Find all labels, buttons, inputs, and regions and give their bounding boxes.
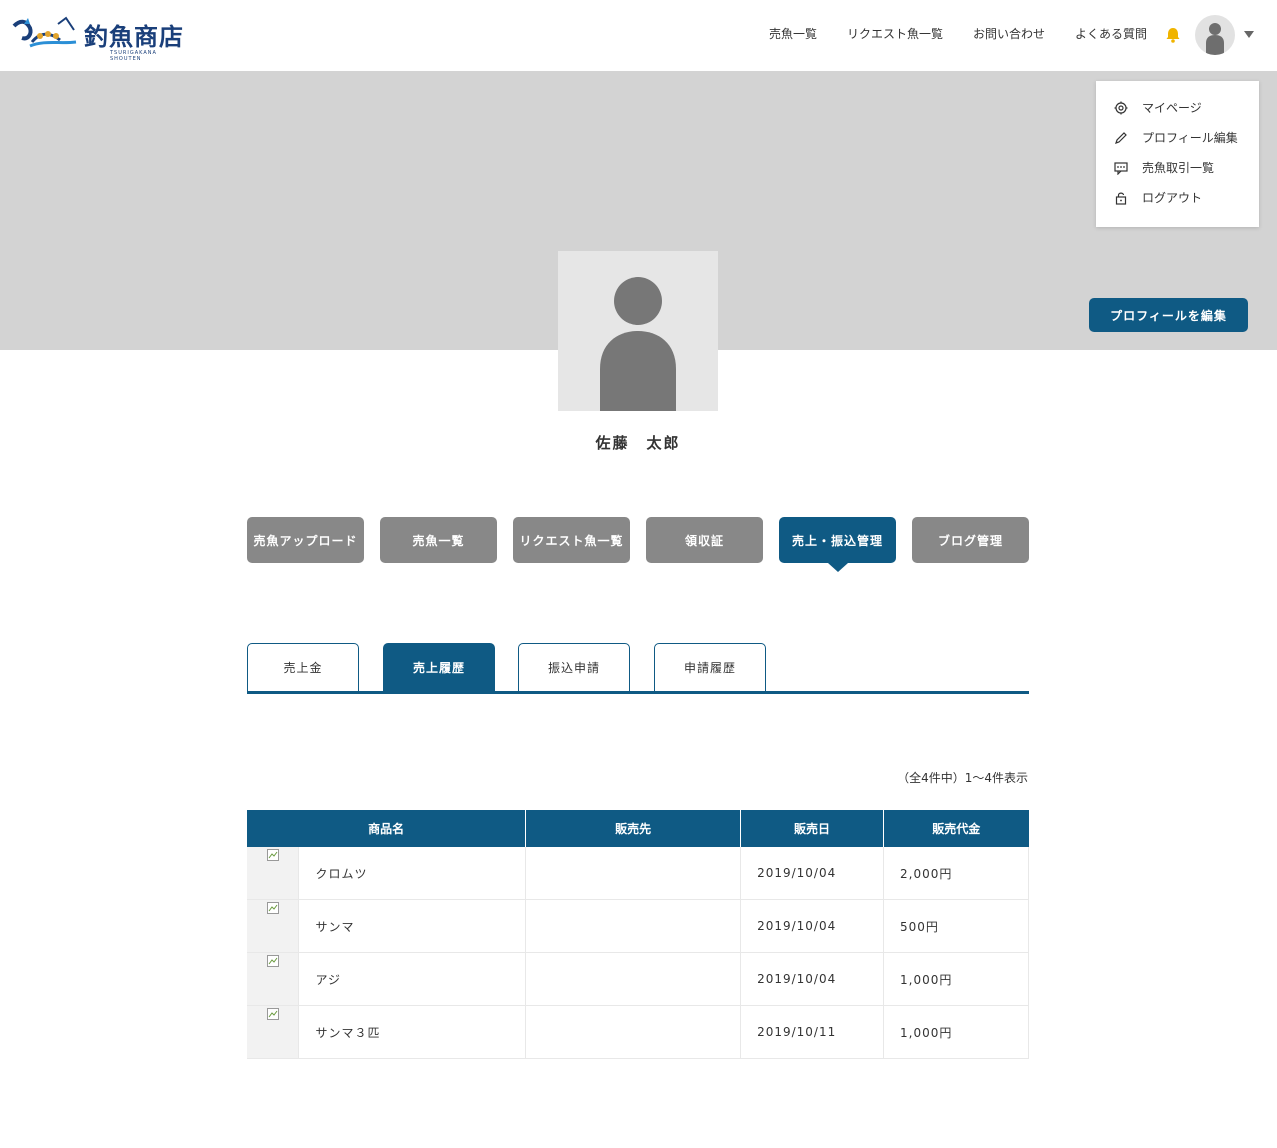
cell-product-name: サンマ (298, 899, 527, 953)
logo-text: 釣魚商店 (84, 22, 184, 51)
cell-buyer (525, 1005, 742, 1059)
nav-contact[interactable]: お問い合わせ (973, 25, 1045, 42)
menu-item-label: 売魚取引一覧 (1142, 161, 1215, 175)
product-thumbnail (247, 952, 300, 1006)
cell-sale-date: 2019/10/11 (740, 1005, 885, 1059)
cell-sale-price: 1,000円 (883, 1005, 1029, 1059)
header-sale-date: 販売日 (740, 810, 885, 847)
subtab-sales-balance[interactable]: 売上金 (247, 643, 359, 692)
caret-down-icon[interactable] (1243, 30, 1255, 40)
table-header-row: 商品名 販売先 販売日 販売代金 (247, 810, 1029, 847)
main-tabs: 売魚アップロード 売魚一覧 リクエスト魚一覧 領収証 売上・振込管理 ブログ管理 (247, 517, 1030, 572)
cell-buyer (525, 899, 742, 953)
menu-item-logout[interactable]: ログアウト (1114, 189, 1202, 206)
logo-subtitle: TSURIGAKANA SHOUTEN (110, 50, 157, 62)
menu-item-mypage[interactable]: マイページ (1114, 99, 1202, 116)
chat-icon (1114, 161, 1128, 175)
subtab-underline (247, 691, 1029, 694)
user-avatar-icon (600, 277, 676, 411)
cell-sale-price: 2,000円 (883, 847, 1029, 900)
cell-sale-price: 500円 (883, 899, 1029, 953)
nav-faq[interactable]: よくある質問 (1075, 25, 1147, 42)
tab-receipt[interactable]: 領収証 (646, 517, 763, 563)
subtab-request-history[interactable]: 申請履歴 (654, 643, 766, 692)
cell-sale-price: 1,000円 (883, 952, 1029, 1006)
broken-image-icon (267, 849, 279, 861)
broken-image-icon (267, 902, 279, 914)
broken-image-icon (267, 955, 279, 967)
cell-product-name: アジ (298, 952, 527, 1006)
gear-icon (1114, 101, 1128, 114)
user-avatar-icon[interactable] (1195, 15, 1235, 55)
edit-profile-button[interactable]: プロフィールを編集 (1089, 298, 1248, 332)
main-nav: 売魚一覧 リクエスト魚一覧 お問い合わせ よくある質問 (769, 25, 1147, 42)
site-logo[interactable]: 釣魚商店 TSURIGAKANA SHOUTEN (10, 12, 184, 62)
cell-buyer (525, 847, 742, 900)
menu-item-transactions[interactable]: 売魚取引一覧 (1114, 159, 1214, 176)
header-sale-price: 販売代金 (883, 810, 1029, 847)
sales-history-table: 商品名 販売先 販売日 販売代金 クロムツ 2019/10/04 2,000円 (247, 810, 1029, 1059)
cell-sale-date: 2019/10/04 (740, 952, 885, 1006)
cell-product-name: サンマ３匹 (298, 1005, 527, 1059)
user-dropdown-menu: マイページ プロフィール編集 売魚取引一覧 ログアウト (1096, 81, 1259, 227)
table-row[interactable]: サンマ 2019/10/04 500円 (247, 899, 1029, 953)
header-product-name: 商品名 (247, 810, 527, 847)
nav-sell-fish-list[interactable]: 売魚一覧 (769, 25, 817, 42)
logo-wave-icon (12, 16, 77, 48)
result-count: （全4件中）1〜4件表示 (897, 771, 1028, 785)
menu-item-label: プロフィール編集 (1142, 131, 1238, 145)
bell-icon[interactable] (1164, 26, 1182, 44)
tab-sell-fish-list[interactable]: 売魚一覧 (380, 517, 497, 563)
cell-sale-date: 2019/10/04 (740, 847, 885, 900)
product-thumbnail (247, 847, 300, 900)
lock-icon (1115, 192, 1127, 205)
menu-item-label: マイページ (1142, 101, 1202, 115)
header-buyer: 販売先 (525, 810, 742, 847)
site-header: 釣魚商店 TSURIGAKANA SHOUTEN 売魚一覧 リクエスト魚一覧 お… (0, 0, 1277, 71)
profile-name: 佐藤 太郎 (595, 434, 681, 452)
subtab-sales-history[interactable]: 売上履歴 (383, 643, 495, 692)
subtab-transfer-request[interactable]: 振込申請 (518, 643, 630, 692)
nav-request-fish-list[interactable]: リクエスト魚一覧 (847, 25, 943, 42)
tab-blog[interactable]: ブログ管理 (912, 517, 1029, 563)
broken-image-icon (267, 1008, 279, 1020)
cell-sale-date: 2019/10/04 (740, 899, 885, 953)
sub-tabs: 売上金 売上履歴 振込申請 申請履歴 (247, 643, 1029, 695)
menu-item-edit-profile[interactable]: プロフィール編集 (1114, 129, 1238, 146)
profile-avatar (558, 251, 718, 411)
product-thumbnail (247, 1005, 300, 1059)
tab-request-fish-list[interactable]: リクエスト魚一覧 (513, 517, 630, 563)
table-row[interactable]: クロムツ 2019/10/04 2,000円 (247, 847, 1029, 900)
table-row[interactable]: サンマ３匹 2019/10/11 1,000円 (247, 1005, 1029, 1059)
menu-item-label: ログアウト (1142, 191, 1203, 205)
cell-buyer (525, 952, 742, 1006)
product-thumbnail (247, 899, 300, 953)
cell-product-name: クロムツ (298, 847, 527, 900)
tab-upload[interactable]: 売魚アップロード (247, 517, 364, 563)
pencil-icon (1115, 131, 1127, 144)
table-row[interactable]: アジ 2019/10/04 1,000円 (247, 952, 1029, 1006)
tab-sales-transfer[interactable]: 売上・振込管理 (779, 517, 896, 572)
